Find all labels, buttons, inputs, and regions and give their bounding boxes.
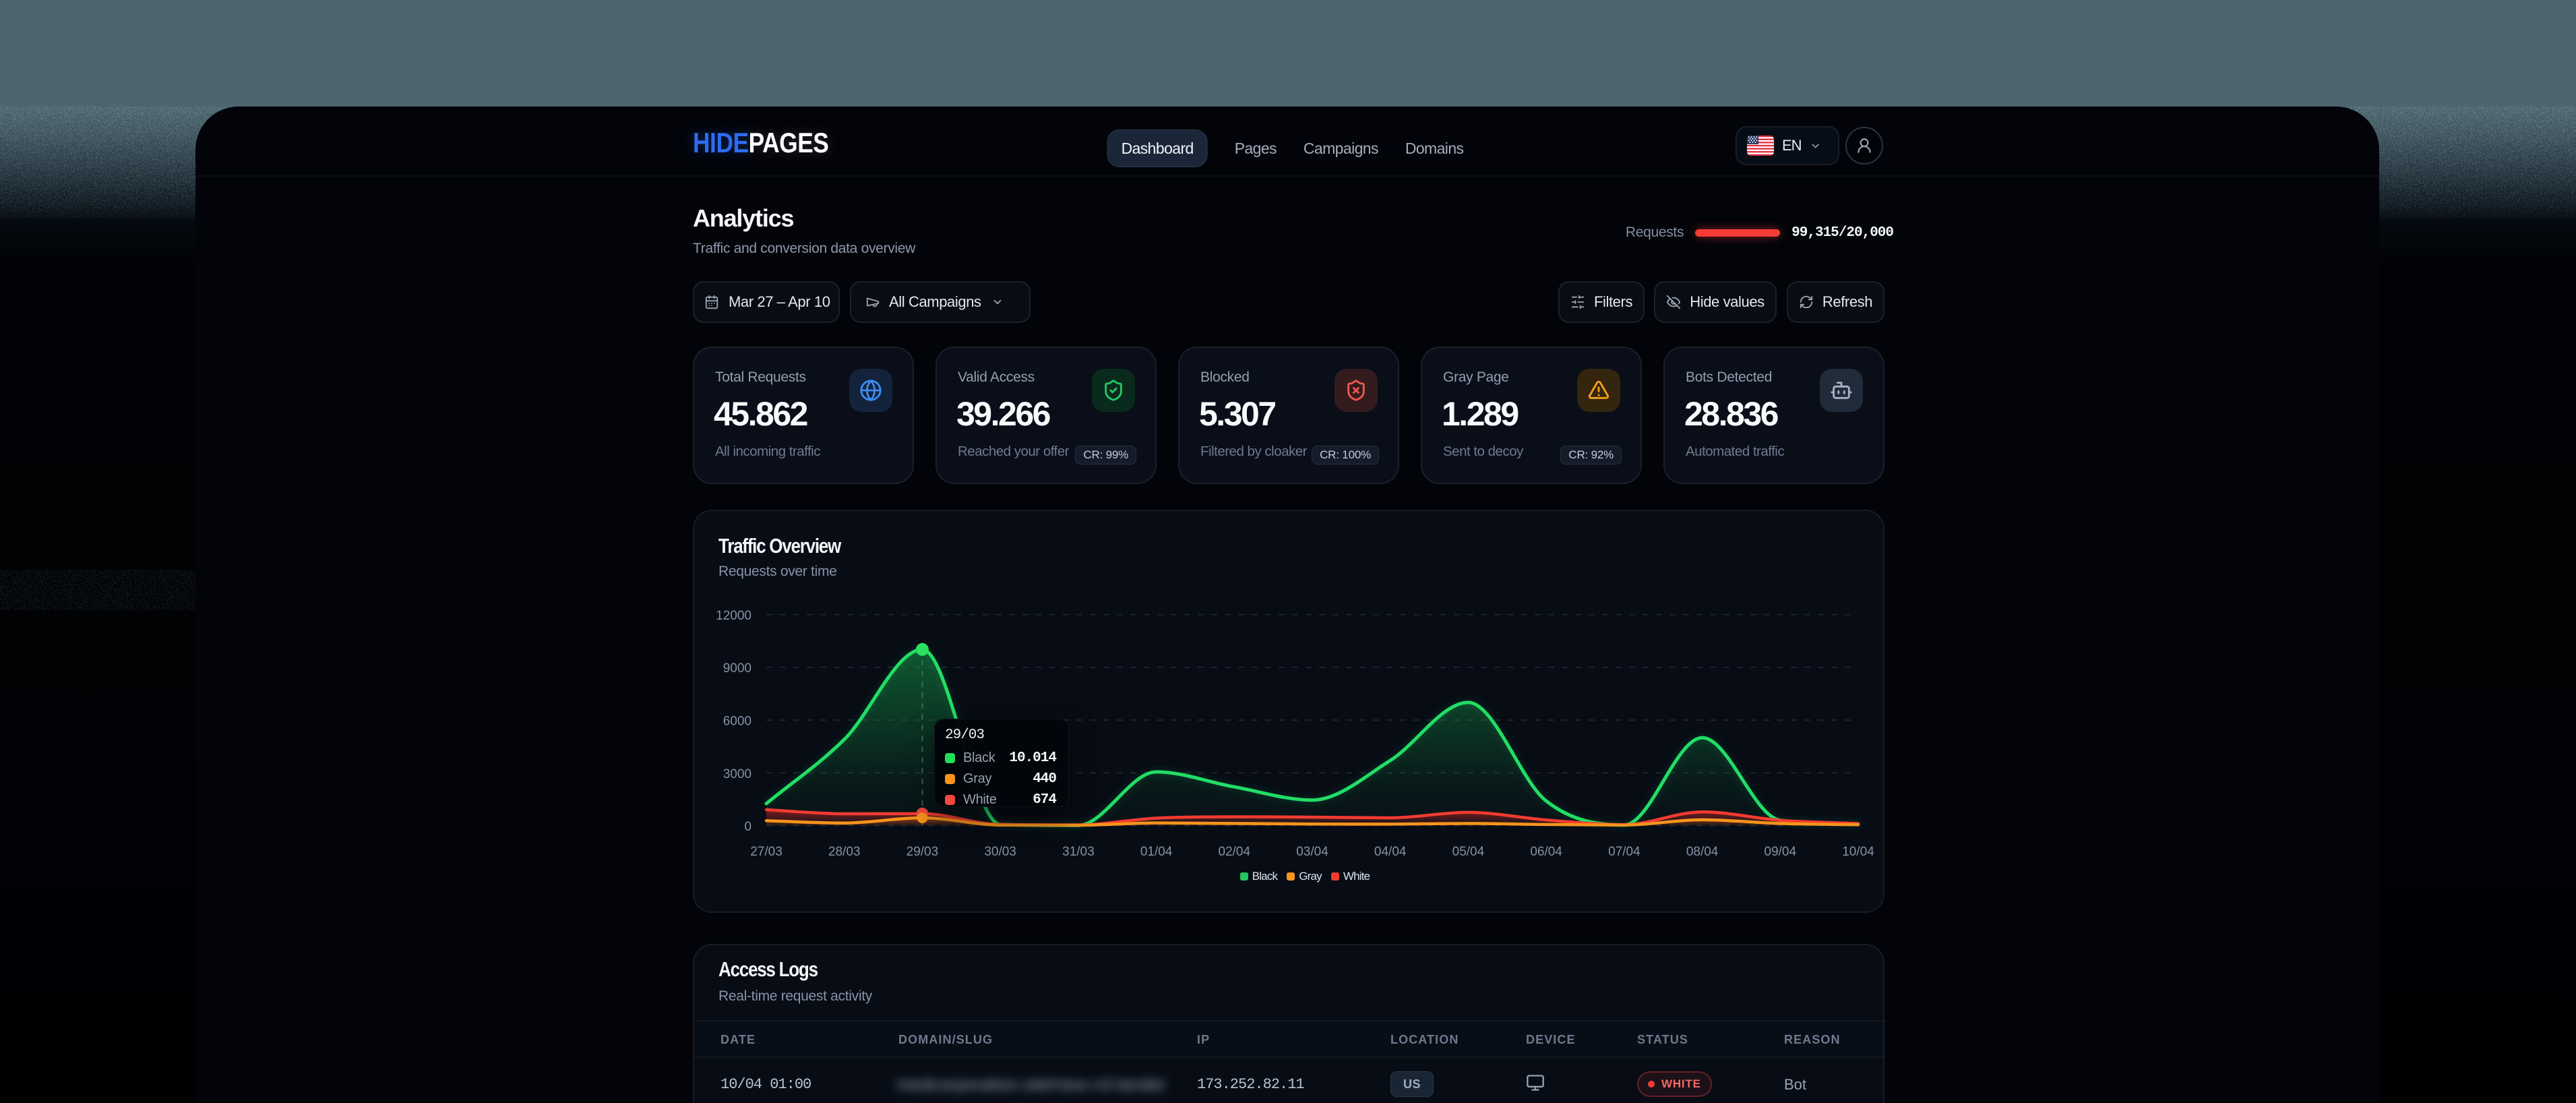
- svg-text:04/04: 04/04: [1374, 845, 1407, 859]
- svg-text:29/03: 29/03: [907, 845, 939, 859]
- svg-text:0: 0: [744, 820, 752, 834]
- svg-text:12000: 12000: [716, 609, 752, 623]
- svg-text:28/03: 28/03: [828, 845, 861, 859]
- svg-text:03/04: 03/04: [1296, 845, 1328, 859]
- svg-text:3000: 3000: [723, 767, 752, 781]
- svg-text:27/03: 27/03: [750, 845, 783, 859]
- svg-text:09/04: 09/04: [1765, 845, 1797, 859]
- svg-text:9000: 9000: [723, 661, 752, 676]
- svg-text:01/04: 01/04: [1140, 845, 1173, 859]
- svg-text:10/04: 10/04: [1842, 845, 1874, 859]
- svg-text:02/04: 02/04: [1219, 845, 1251, 859]
- svg-text:31/03: 31/03: [1062, 845, 1095, 859]
- svg-text:30/03: 30/03: [984, 845, 1016, 859]
- svg-text:05/04: 05/04: [1452, 845, 1485, 859]
- svg-text:07/04: 07/04: [1608, 845, 1640, 859]
- svg-text:06/04: 06/04: [1530, 845, 1562, 859]
- svg-text:08/04: 08/04: [1686, 845, 1719, 859]
- svg-text:6000: 6000: [723, 715, 752, 729]
